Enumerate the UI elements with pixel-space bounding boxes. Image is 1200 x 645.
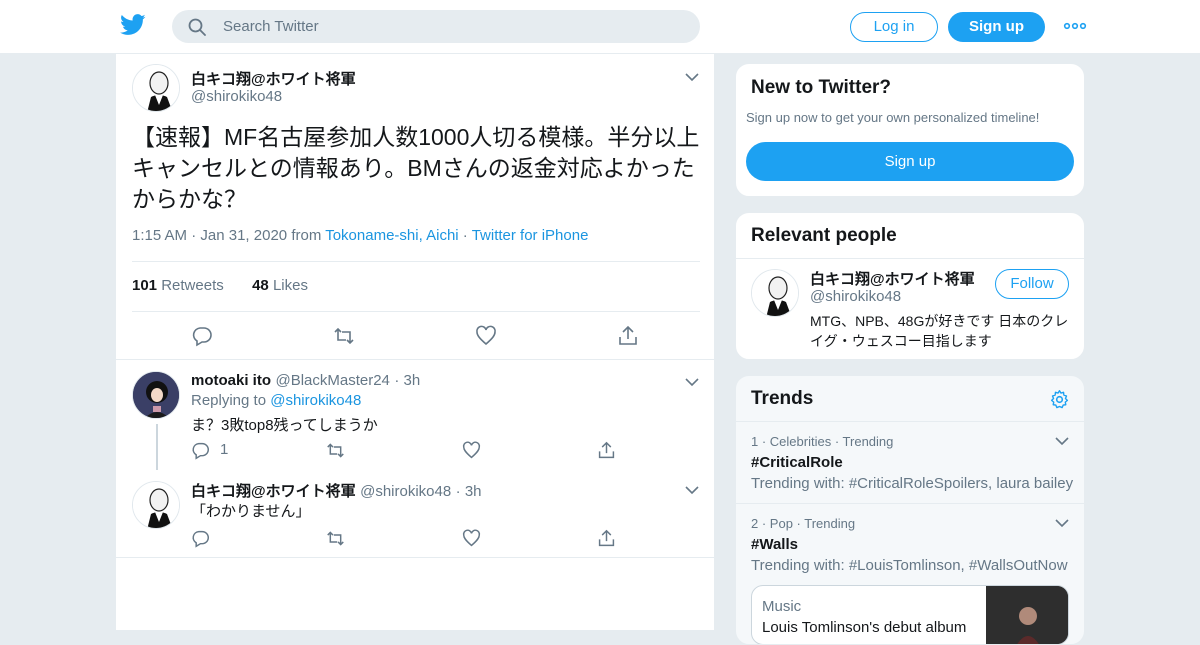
divider: [132, 311, 700, 312]
more-options-icon[interactable]: [1063, 17, 1087, 35]
from-label: from: [291, 227, 322, 244]
tweet-date[interactable]: Jan 31, 2020: [200, 227, 287, 244]
reply-icon[interactable]: [191, 325, 213, 347]
card-category: Music: [762, 598, 802, 615]
trend-context: Trending with: #LouisTomlinson, #WallsOu…: [751, 557, 1068, 574]
signup-button[interactable]: Sign up: [948, 12, 1045, 42]
divider: [132, 261, 700, 262]
author-name[interactable]: 白キコ翔@ホワイト将軍: [191, 68, 356, 89]
replying-to-label: Replying to: [191, 392, 267, 409]
divider: [116, 557, 714, 558]
card-thumbnail: [986, 586, 1068, 644]
avatar-illustration-icon: [133, 372, 179, 418]
like-icon[interactable]: [462, 529, 481, 548]
top-bar: Search Twitter Log in Sign up: [0, 0, 1200, 54]
new-to-twitter-title: New to Twitter?: [751, 77, 892, 98]
follow-button[interactable]: Follow: [995, 269, 1069, 299]
reply-count: 1: [220, 441, 229, 458]
tweet-metadata: 1:15 AM · Jan 31, 2020 from Tokoname-shi…: [132, 227, 589, 244]
retweet-icon[interactable]: [326, 529, 345, 548]
chevron-down-icon[interactable]: [685, 485, 699, 495]
trend-context: Trending with: #CriticalRoleSpoilers, la…: [751, 475, 1074, 492]
chevron-down-icon[interactable]: [685, 72, 699, 82]
divider: [736, 258, 1084, 259]
tweet-time[interactable]: 1:15 AM: [132, 227, 187, 244]
retweet-icon[interactable]: [326, 441, 345, 460]
replying-to-handle-link[interactable]: @shirokiko48: [270, 392, 361, 409]
relevant-person-name[interactable]: 白キコ翔@ホワイト将軍: [810, 268, 975, 289]
like-icon[interactable]: [462, 441, 481, 460]
trend-news-card[interactable]: Music Louis Tomlinson's debut album: [751, 585, 1069, 644]
avatar-illustration-icon: [133, 65, 179, 111]
relevant-person-bio: MTG、NPB、48Gが好きです 日本のクレイグ・ウェスコー目指します: [810, 313, 1069, 349]
trend-name[interactable]: #Walls: [751, 536, 798, 553]
trend-meta: 1 · Celebrities · Trending: [751, 434, 894, 449]
author-handle[interactable]: @shirokiko48: [191, 88, 282, 105]
trends-title: Trends: [751, 388, 814, 409]
share-icon[interactable]: [597, 441, 616, 460]
tweet-text: 【速報】MF名古屋参加人数1000人切る模様。半分以上キャンセルとの情報あり。B…: [132, 124, 700, 212]
replying-to: Replying to @shirokiko48: [191, 392, 361, 409]
relevant-person-handle[interactable]: @shirokiko48: [810, 288, 901, 305]
author-avatar[interactable]: [132, 64, 180, 112]
new-to-twitter-module: New to Twitter? Sign up now to get your …: [735, 63, 1085, 197]
reply-author-handle[interactable]: @BlackMaster24: [275, 372, 389, 389]
search-input[interactable]: Search Twitter: [172, 10, 700, 43]
trend-name[interactable]: #CriticalRole: [751, 454, 843, 471]
search-icon: [188, 18, 206, 36]
trend-item[interactable]: 1 · Celebrities · Trending #CriticalRole…: [736, 421, 1084, 503]
reply-icon[interactable]: [191, 529, 210, 548]
trend-meta: 2 · Pop · Trending: [751, 516, 856, 531]
reply-time[interactable]: 3h: [404, 372, 421, 389]
reply-author-handle[interactable]: @shirokiko48: [360, 483, 451, 500]
avatar-illustration-icon: [752, 270, 798, 316]
retweet-icon[interactable]: [333, 325, 355, 347]
reply-header: 白キコ翔@ホワイト将軍 @shirokiko48 · 3h: [191, 483, 482, 500]
thread-line: [156, 424, 158, 470]
card-headline: Louis Tomlinson's debut album: [762, 619, 967, 636]
relevant-people-title: Relevant people: [751, 225, 897, 246]
likes-stat[interactable]: 48 Likes: [252, 277, 308, 294]
avatar-illustration-icon: [133, 482, 179, 528]
new-to-twitter-subtitle: Sign up now to get your own personalized…: [746, 110, 1040, 125]
twitter-bird-logo-icon[interactable]: [120, 14, 146, 36]
reply-author-name[interactable]: 白キコ翔@ホワイト将軍: [191, 483, 356, 500]
card-image-icon: [986, 586, 1068, 644]
main-timeline: 白キコ翔@ホワイト将軍 @shirokiko48 【速報】MF名古屋参加人数10…: [115, 54, 715, 630]
reply-author-avatar[interactable]: [132, 481, 180, 529]
reply-icon[interactable]: [191, 441, 210, 460]
search-placeholder: Search Twitter: [223, 18, 319, 35]
reply-text: 「わかりません」: [191, 503, 311, 520]
tweet-location-link[interactable]: Tokoname-shi, Aichi: [325, 227, 458, 244]
reply-author-name[interactable]: motoaki ito: [191, 372, 271, 389]
tweet-stats: 101 Retweets 48 Likes: [132, 277, 308, 294]
share-icon[interactable]: [617, 325, 639, 347]
reply-text: ま？3敗top8残ってしまうか: [191, 417, 378, 434]
reply-header: motoaki ito @BlackMaster24 · 3h: [191, 372, 421, 389]
chevron-down-icon[interactable]: [685, 377, 699, 387]
login-button[interactable]: Log in: [850, 12, 938, 42]
gear-icon[interactable]: [1049, 389, 1070, 410]
reply-author-avatar[interactable]: [132, 371, 180, 419]
relevant-people-module: Relevant people 白キコ翔@ホワイト将軍 @shirokiko48…: [735, 212, 1085, 360]
chevron-down-icon[interactable]: [1055, 518, 1069, 528]
retweets-stat[interactable]: 101 Retweets: [132, 277, 224, 294]
tweet-client-link[interactable]: Twitter for iPhone: [472, 227, 589, 244]
sidebar-signup-button[interactable]: Sign up: [746, 142, 1074, 181]
chevron-down-icon[interactable]: [1055, 436, 1069, 446]
reply-time[interactable]: 3h: [465, 483, 482, 500]
relevant-person-avatar[interactable]: [751, 269, 799, 317]
share-icon[interactable]: [597, 529, 616, 548]
trends-module: Trends 1 · Celebrities · Trending #Criti…: [735, 375, 1085, 645]
like-icon[interactable]: [475, 325, 497, 347]
